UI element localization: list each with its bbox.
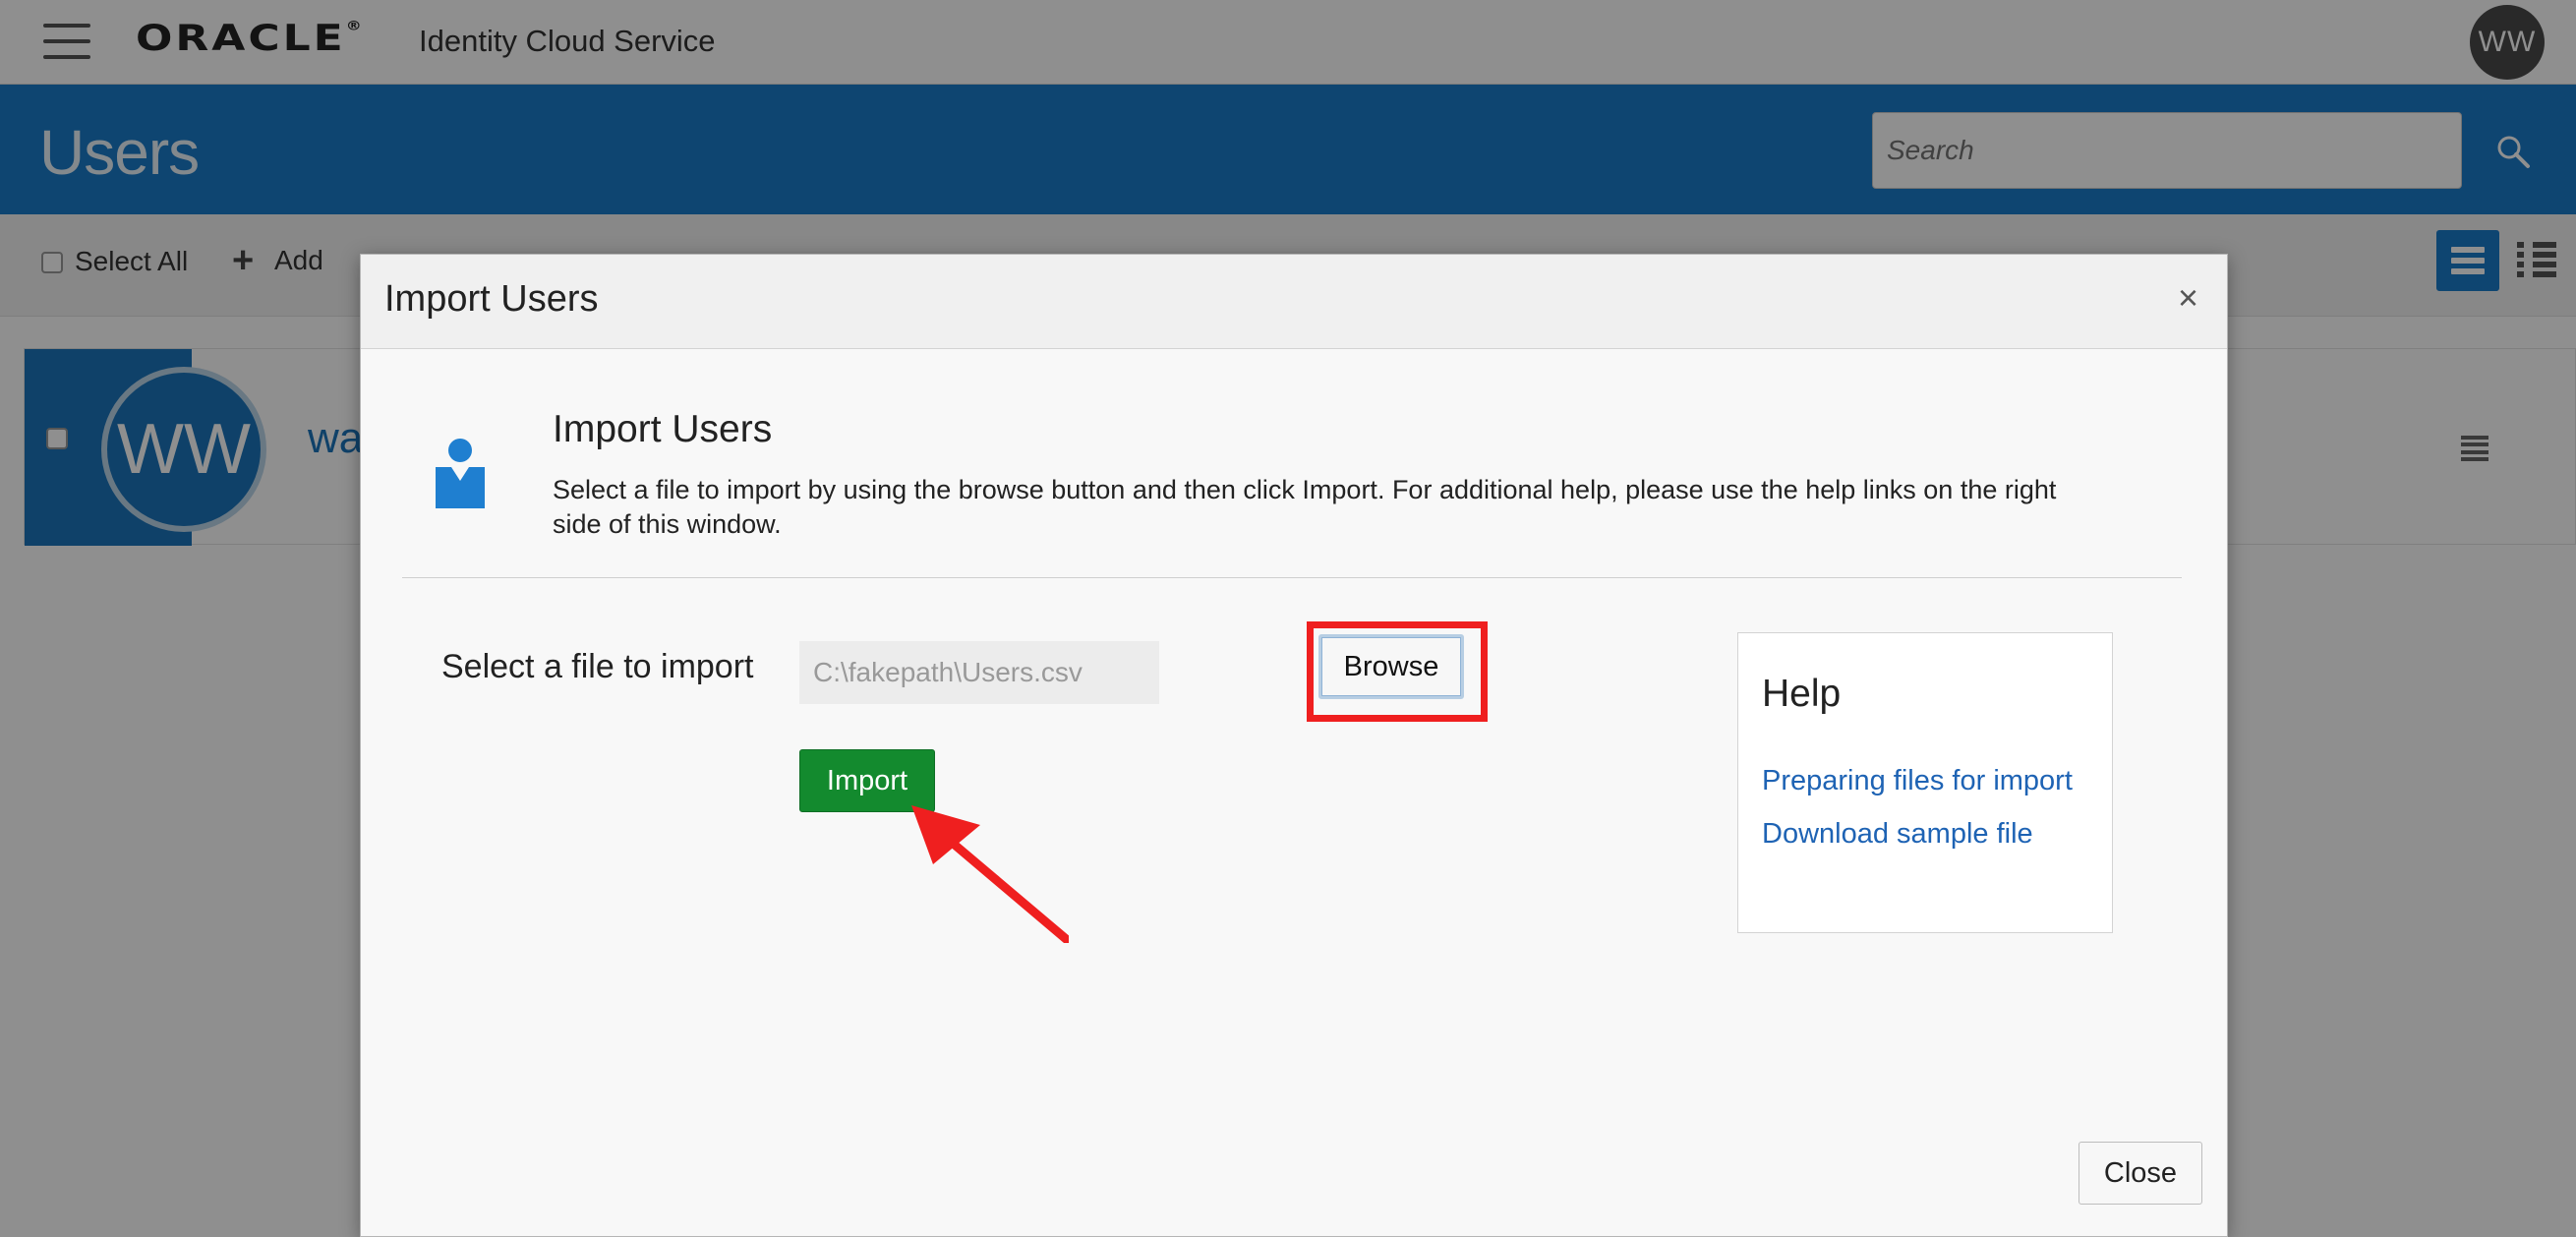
file-path-field[interactable] bbox=[799, 641, 1159, 704]
help-link-download-sample[interactable]: Download sample file bbox=[1762, 818, 2033, 851]
divider bbox=[402, 577, 2182, 578]
close-button[interactable]: Close bbox=[2078, 1142, 2202, 1205]
import-users-dialog: Import Users × Import Users Select a fil… bbox=[360, 254, 2228, 1237]
close-icon[interactable]: × bbox=[2178, 280, 2198, 316]
dialog-header: Import Users × bbox=[361, 255, 2227, 349]
file-field-label: Select a file to import bbox=[441, 648, 754, 685]
intro-description: Select a file to import by using the bro… bbox=[553, 475, 2057, 539]
intro-heading: Import Users bbox=[553, 408, 773, 450]
help-link-preparing-files[interactable]: Preparing files for import bbox=[1762, 765, 2073, 797]
browse-button[interactable]: Browse bbox=[1318, 634, 1464, 699]
import-button[interactable]: Import bbox=[799, 749, 935, 812]
dialog-title: Import Users bbox=[384, 278, 599, 320]
annotation-arrow-icon bbox=[911, 805, 1069, 943]
help-panel: Help Preparing files for import Download… bbox=[1737, 632, 2113, 933]
help-title: Help bbox=[1762, 673, 1842, 715]
user-import-icon bbox=[436, 439, 485, 508]
